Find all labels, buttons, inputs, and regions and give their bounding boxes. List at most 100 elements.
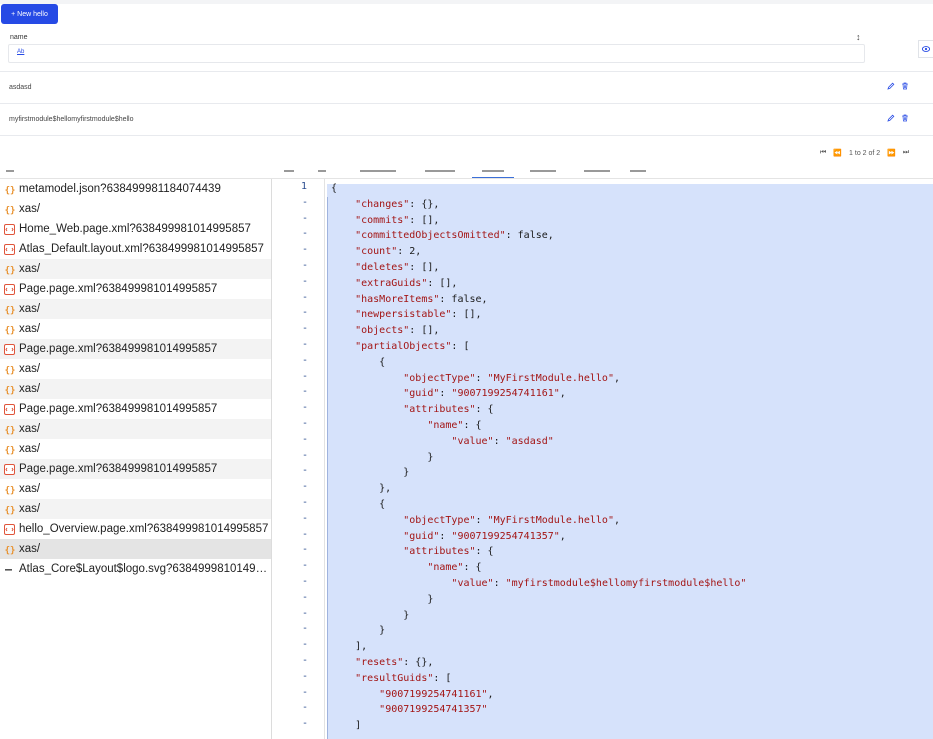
code-line: } [331,593,434,605]
svg-text:{}: {} [4,506,15,515]
previous-page-icon[interactable]: ⏪ [833,149,842,157]
network-request-row[interactable]: Page.page.xml?638499981014995857 [0,459,271,479]
line-marker: - [301,323,308,335]
line-marker: - [301,718,308,730]
request-name: Atlas_Default.layout.xml?638499981014995… [19,243,264,255]
code-line: { [331,498,386,510]
request-name: xas/ [19,263,41,275]
json-icon: {} [3,183,16,195]
network-request-row[interactable]: {} metamodel.json?638499981184074439 [0,179,271,199]
table-row[interactable]: asdasd [0,71,933,103]
code-line: "objects": [], [355,325,440,337]
request-name: xas/ [19,323,41,335]
indent-guide [327,197,328,739]
code-line: "name": { [427,562,482,574]
network-request-row[interactable]: Page.page.xml?638499981014995857 [0,339,271,359]
code-line: "objectType": "MyFirstModule.hello", [403,372,621,384]
code-lines[interactable]: { "changes": {}, "commits": [], "committ… [331,181,746,734]
json-icon: {} [3,503,16,515]
code-line: "partialObjects": [ [355,340,470,352]
svg-text:{}: {} [4,206,15,215]
request-name: Page.page.xml?638499981014995857 [19,283,218,295]
line-number-gutter: 1 - - - - - - - - - - - - - - - - - - - - - - - - - - - - - - - - - - [273,179,325,739]
line-marker: - [301,370,308,382]
request-name: xas/ [19,203,41,215]
request-name: xas/ [19,483,41,495]
network-request-row[interactable]: {} xas/ [0,479,271,499]
network-request-row[interactable]: {} xas/ [0,319,271,339]
image-icon [3,563,16,575]
new-hello-button[interactable]: + New hello [1,4,58,24]
column-header-name[interactable]: name [10,34,28,41]
line-marker: - [301,275,308,287]
json-icon: {} [3,363,16,375]
request-name: xas/ [19,363,41,375]
json-icon: {} [3,443,16,455]
svg-text:{}: {} [4,446,15,455]
request-name: xas/ [19,503,41,515]
request-name: Page.page.xml?638499981014995857 [19,403,218,415]
edit-pencil-icon[interactable] [887,82,895,90]
network-request-row[interactable]: Atlas_Default.layout.xml?638499981014995… [0,239,271,259]
app-panel: + New hello name ↕ Ab asdasd myfirstmodu… [0,0,933,167]
request-name: xas/ [19,543,41,555]
document-icon [3,243,16,255]
table-row[interactable]: myfirstmodule$hellomyfirstmodule$hello [0,103,933,135]
svg-text:{}: {} [4,426,15,435]
network-request-row[interactable]: Page.page.xml?638499981014995857 [0,279,271,299]
column-visibility-eye-icon[interactable] [918,40,933,58]
network-request-row[interactable]: {} xas/ [0,359,271,379]
last-page-icon[interactable]: ⏭ [903,149,909,157]
code-line: "attributes": { [403,546,494,558]
network-request-row[interactable]: {} xas/ [0,199,271,219]
svg-text:{}: {} [4,326,15,335]
svg-text:{}: {} [4,186,15,195]
sort-icon[interactable]: ↕ [856,32,861,42]
network-request-row[interactable]: Home_Web.page.xml?638499981014995857 [0,219,271,239]
line-marker: - [301,591,308,603]
line-marker: - [301,386,308,398]
json-icon: {} [3,263,16,275]
top-border [0,0,933,4]
line-marker: - [301,307,308,319]
code-line: "value": "myfirstmodule$hellomyfirstmodu… [451,577,747,589]
line-marker: - [301,686,308,698]
first-page-icon[interactable]: ⏮ [820,149,826,157]
network-request-row[interactable]: {} xas/ [0,499,271,519]
json-icon: {} [3,303,16,315]
document-icon [3,223,16,235]
line-marker: - [301,560,308,572]
code-line: "attributes": { [403,404,494,416]
document-icon [3,523,16,535]
line-marker: - [301,417,308,429]
network-request-row[interactable]: {} xas/ [0,299,271,319]
response-viewer: 1 - - - - - - - - - - - - - - - - - - - - - - - - - - - - - - - - - - { "c… [273,179,933,739]
name-filter-input[interactable]: Ab [8,44,865,63]
network-request-row[interactable]: {} xas/ [0,539,271,559]
code-line: } [331,609,410,621]
line-marker: - [301,639,308,651]
code-line: "resets": {}, [355,656,434,668]
edit-pencil-icon[interactable] [887,114,895,122]
filter-type-selector[interactable]: Ab [17,49,24,55]
network-request-row[interactable]: {} xas/ [0,259,271,279]
code-line: "commits": [], [355,214,440,226]
line-marker: - [301,259,308,271]
line-marker: - [301,654,308,666]
row-name-cell: asdasd [9,84,32,91]
network-request-row[interactable]: {} xas/ [0,439,271,459]
code-line: "newpersistable": [], [355,309,482,321]
line-marker: - [301,481,308,493]
network-request-row[interactable]: {} xas/ [0,379,271,399]
next-page-icon[interactable]: ⏩ [887,149,896,157]
request-name: xas/ [19,443,41,455]
json-icon: {} [3,203,16,215]
delete-trash-icon[interactable] [901,82,909,90]
network-request-row[interactable]: hello_Overview.page.xml?6384999810149958… [0,519,271,539]
request-name: Atlas_Core$Layout$logo.svg?6384999810149… [19,563,271,575]
network-request-row[interactable]: {} xas/ [0,419,271,439]
network-request-row[interactable]: Page.page.xml?638499981014995857 [0,399,271,419]
delete-trash-icon[interactable] [901,114,909,122]
network-request-row[interactable]: Atlas_Core$Layout$logo.svg?6384999810149… [0,559,271,579]
line-marker: - [301,512,308,524]
